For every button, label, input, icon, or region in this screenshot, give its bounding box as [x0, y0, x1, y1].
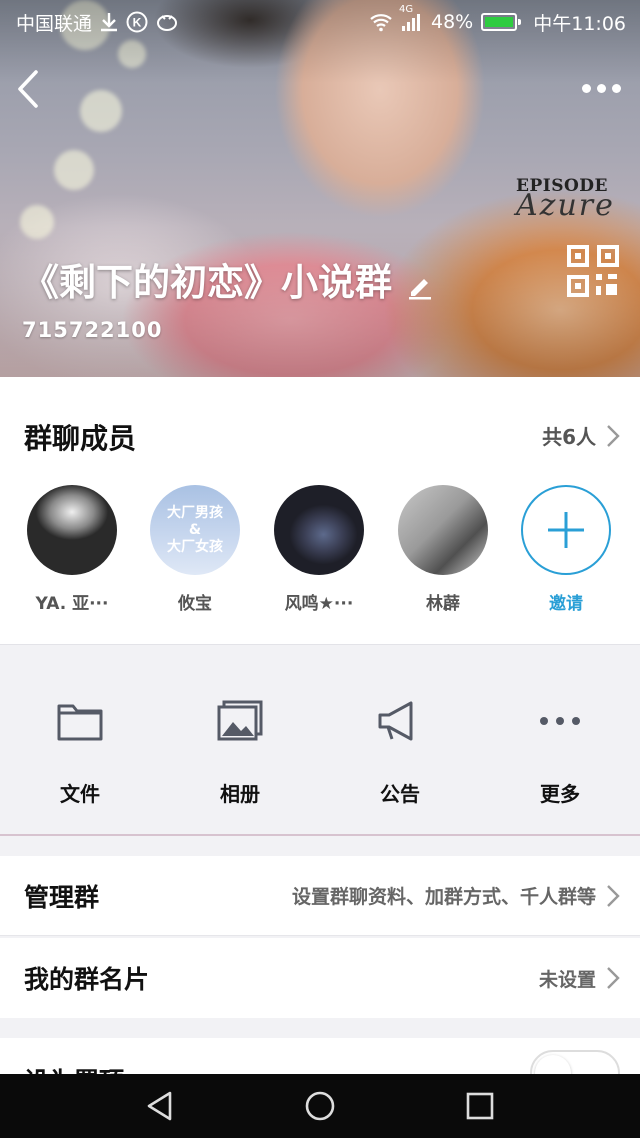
invite-circle — [521, 485, 611, 575]
manage-group-row[interactable]: 管理群 设置群聊资料、加群方式、千人群等 — [0, 856, 640, 936]
group-name: 《剩下的初恋》小说群 — [22, 260, 392, 304]
qr-code-button[interactable] — [566, 244, 620, 298]
cover-watermark: EPISODE Azure — [516, 176, 615, 223]
invite-label: 邀请 — [549, 594, 583, 614]
invite-member-button[interactable]: 邀请 — [504, 485, 628, 614]
chevron-left-icon — [18, 70, 38, 108]
chevron-right-icon — [607, 967, 620, 989]
announcement-label: 公告 — [380, 782, 420, 806]
group-cover-header: 中国联通 K 4G 48% 中午11:06 EPISODE Azure 《剩下的… — [0, 0, 640, 377]
member-name: 攸宝 — [178, 594, 212, 614]
member-avatar-list: YA. 亚··· 大厂男孩 & 大厂女孩 攸宝 风鸣★··· 林薜 邀请 — [0, 485, 640, 615]
system-back-button[interactable] — [130, 1076, 190, 1136]
wifi-icon — [369, 12, 393, 32]
avatar-caption-line: 大厂男孩 — [167, 504, 223, 521]
chevron-right-icon — [607, 424, 620, 447]
circle-home-icon — [305, 1091, 335, 1121]
my-group-card-title: 我的群名片 — [24, 965, 150, 994]
member-item[interactable]: 林薜 — [381, 485, 505, 614]
status-left: 中国联通 K — [16, 9, 178, 36]
more-dots-icon — [540, 717, 580, 725]
edit-name-icon[interactable] — [406, 265, 434, 300]
watermark-script: Azure — [516, 188, 615, 223]
avatar — [274, 485, 364, 575]
more-action[interactable]: 更多 — [480, 700, 640, 807]
files-label: 文件 — [60, 782, 100, 806]
member-name: 风鸣★··· — [284, 594, 354, 614]
member-name: YA. 亚··· — [35, 594, 109, 614]
system-navigation-bar — [0, 1074, 640, 1138]
members-count: 共6人 — [542, 425, 596, 449]
battery-level — [485, 17, 514, 27]
group-actions-bar: 文件 相册 公告 更多 — [0, 646, 640, 836]
avatar: 大厂男孩 & 大厂女孩 — [150, 485, 240, 575]
group-name-row: 《剩下的初恋》小说群 — [22, 252, 434, 306]
battery-icon — [481, 13, 522, 31]
manage-group-value: 设置群聊资料、加群方式、千人群等 — [291, 886, 596, 908]
folder-icon — [57, 704, 103, 741]
manage-group-title: 管理群 — [24, 882, 100, 912]
system-home-button[interactable] — [290, 1076, 350, 1136]
system-recents-button[interactable] — [450, 1076, 510, 1136]
avatar-caption-line: & — [188, 521, 202, 538]
my-group-card-value: 未设置 — [538, 968, 596, 991]
network-type: 4G — [399, 4, 414, 15]
group-id: 715722100 — [22, 318, 163, 342]
members-title: 群聊成员 — [24, 422, 137, 455]
my-group-card-row[interactable]: 我的群名片 未设置 — [0, 938, 640, 1018]
status-right: 4G 48% 中午11:06 — [369, 4, 626, 36]
announcement-action[interactable]: 公告 — [320, 700, 480, 807]
files-action[interactable]: 文件 — [0, 700, 160, 807]
avatar-caption-line: 大厂女孩 — [167, 538, 223, 555]
members-count-link[interactable]: 共6人 — [542, 421, 620, 450]
member-item[interactable]: YA. 亚··· — [10, 485, 134, 614]
back-button[interactable] — [12, 66, 52, 112]
carrier-label: 中国联通 — [16, 12, 93, 35]
more-label: 更多 — [540, 782, 580, 806]
svg-text:K: K — [133, 16, 142, 30]
clock: 中午11:06 — [533, 12, 626, 35]
more-options-button[interactable] — [576, 70, 626, 106]
battery-percent: 48% — [431, 11, 474, 33]
avatar — [398, 485, 488, 575]
chevron-right-icon — [607, 884, 620, 907]
status-bar: 中国联通 K 4G 48% 中午11:06 — [0, 0, 640, 44]
app-notification-icon — [156, 12, 178, 32]
more-dot — [581, 83, 591, 93]
more-dot — [611, 83, 621, 93]
member-item[interactable]: 风鸣★··· — [257, 485, 381, 614]
signal-icon: 4G — [399, 4, 423, 32]
pin-to-top-row: 设为置顶 — [0, 1038, 640, 1078]
megaphone-icon — [378, 701, 413, 741]
member-item[interactable]: 大厂男孩 & 大厂女孩 攸宝 — [133, 485, 257, 614]
photo-album-icon — [217, 700, 263, 741]
more-dot — [596, 83, 606, 93]
my-group-card-value-wrap: 未设置 — [539, 965, 620, 992]
download-icon — [100, 12, 118, 32]
plus-icon — [548, 512, 584, 548]
album-label: 相册 — [220, 782, 260, 806]
k-badge-icon: K — [126, 11, 148, 33]
album-action[interactable]: 相册 — [160, 700, 320, 807]
triangle-back-icon — [147, 1091, 172, 1121]
members-section: 群聊成员 共6人 YA. 亚··· 大厂男孩 & 大厂女孩 攸宝 风鸣★··· … — [0, 377, 640, 645]
manage-group-value-wrap: 设置群聊资料、加群方式、千人群等 — [292, 882, 620, 909]
avatar — [27, 485, 117, 575]
square-recents-icon — [466, 1092, 494, 1120]
member-name: 林薜 — [426, 594, 460, 614]
qr-code-icon — [567, 245, 619, 297]
